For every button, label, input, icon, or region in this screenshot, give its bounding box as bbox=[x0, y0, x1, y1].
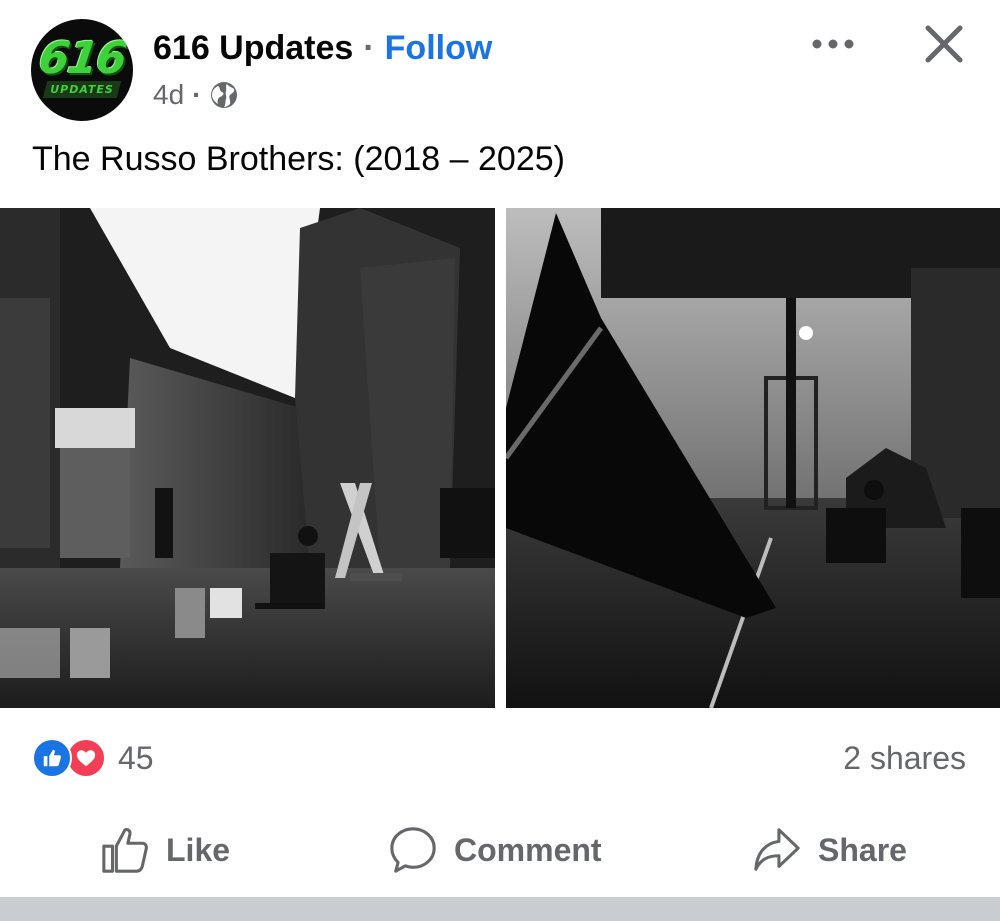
page-avatar[interactable]: 616 UPDATES bbox=[31, 19, 133, 121]
photo-grid bbox=[0, 208, 1000, 708]
close-icon bbox=[925, 25, 963, 63]
avatar-logo-number: 616 bbox=[35, 33, 129, 84]
comment-bubble-icon bbox=[390, 827, 436, 873]
more-horizontal-icon bbox=[812, 39, 854, 49]
close-button[interactable] bbox=[920, 20, 968, 68]
post-header: 616 UPDATES 616 Updates · Follow 4d · bbox=[0, 0, 1000, 140]
thumbs-up-icon bbox=[102, 828, 148, 873]
post-author-line: 616 Updates · Follow bbox=[153, 26, 492, 70]
post-meta: 4d · bbox=[153, 76, 239, 114]
post-photo-1[interactable] bbox=[0, 208, 495, 708]
shares-count[interactable]: 2 shares bbox=[843, 740, 966, 777]
like-reaction-icon bbox=[32, 738, 72, 778]
follow-button[interactable]: Follow bbox=[385, 29, 493, 68]
share-button[interactable]: Share bbox=[752, 812, 907, 888]
post-photo-2[interactable] bbox=[506, 208, 1000, 708]
name-separator: · bbox=[363, 28, 375, 67]
share-arrow-icon bbox=[754, 828, 800, 871]
meta-separator: · bbox=[192, 79, 202, 110]
post-timestamp[interactable]: 4d bbox=[153, 79, 184, 111]
more-options-button[interactable] bbox=[808, 26, 858, 62]
comment-label: Comment bbox=[454, 831, 602, 868]
reaction-count: 45 bbox=[118, 739, 154, 776]
like-button[interactable]: Like bbox=[100, 812, 230, 888]
share-label: Share bbox=[818, 831, 907, 868]
page-name-link[interactable]: 616 Updates bbox=[153, 29, 353, 68]
avatar-logo-subtitle: UPDATES bbox=[50, 83, 114, 96]
like-label: Like bbox=[166, 831, 231, 868]
post-stats: 45 2 shares bbox=[0, 730, 1000, 786]
feed-divider bbox=[0, 897, 1000, 921]
reactions-summary[interactable]: 45 bbox=[32, 738, 154, 778]
post-actions: Like Comment Share bbox=[0, 812, 1000, 888]
comment-button[interactable]: Comment bbox=[388, 812, 602, 888]
globe-icon bbox=[209, 80, 239, 110]
love-reaction-icon bbox=[66, 738, 106, 778]
post-caption: The Russo Brothers: (2018 – 2025) bbox=[32, 140, 565, 178]
